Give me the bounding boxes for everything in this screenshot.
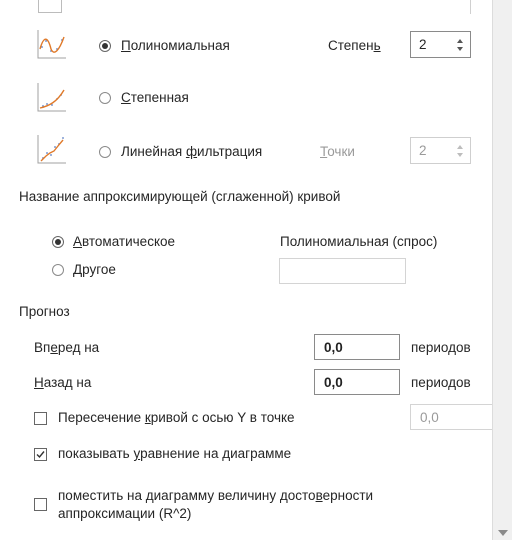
order-spinner[interactable]: 2	[410, 31, 471, 58]
moving-average-radio[interactable]	[99, 146, 111, 158]
period-spinner[interactable]: 2	[410, 137, 471, 164]
name-automatic-label[interactable]: Автоматическое	[73, 234, 175, 250]
trendline-name-heading: Название аппроксимирующей (сглаженной) к…	[19, 189, 341, 204]
spin-down-icon[interactable]	[457, 47, 463, 51]
order-value: 2	[419, 37, 427, 52]
display-r2-label-line2[interactable]: аппроксимации (R^2)	[58, 506, 191, 522]
name-custom-label[interactable]: Другое	[73, 262, 116, 278]
intercept-checkbox[interactable]	[34, 412, 47, 425]
forecast-backward-label: Назад на	[34, 375, 92, 390]
scroll-remnant	[38, 0, 62, 13]
power-label[interactable]: Степенная	[121, 90, 189, 106]
forecast-heading: Прогноз	[19, 304, 70, 319]
spin-up-icon[interactable]	[457, 39, 463, 43]
forecast-backward-unit: периодов	[411, 375, 471, 390]
automatic-name-value: Полиномиальная (спрос)	[280, 234, 438, 249]
power-radio[interactable]	[99, 92, 111, 104]
moving-average-label[interactable]: Линейная фильтрация	[121, 144, 262, 160]
name-automatic-radio[interactable]	[52, 236, 64, 248]
display-r2-checkbox[interactable]	[34, 498, 47, 511]
intercept-input[interactable]: 0,0	[410, 404, 492, 430]
scroll-down-icon[interactable]	[498, 530, 508, 536]
spin-up-icon[interactable]	[457, 145, 463, 149]
period-value: 2	[419, 143, 427, 158]
forecast-backward-input[interactable]: 0,0	[314, 369, 400, 395]
polynomial-label[interactable]: Полиномиальная	[121, 38, 230, 54]
moving-average-trend-icon[interactable]	[37, 134, 67, 164]
display-equation-label[interactable]: показывать уравнение на диаграмме	[58, 446, 291, 462]
intercept-label[interactable]: Пересечение кривой с осью Y в точке	[58, 410, 295, 426]
order-label: Степень	[328, 38, 381, 53]
format-trendline-panel: Полиномиальная Степень 2 Степенная Линей…	[0, 0, 492, 540]
period-label: Точки	[320, 144, 355, 159]
name-custom-radio[interactable]	[52, 264, 64, 276]
display-r2-label-line1[interactable]: поместить на диаграмму величину достовер…	[58, 488, 373, 504]
checkmark-icon	[36, 451, 45, 459]
polynomial-trend-icon[interactable]	[37, 29, 67, 59]
spin-down-icon[interactable]	[457, 153, 463, 157]
custom-name-input[interactable]	[279, 258, 406, 284]
display-equation-checkbox[interactable]	[34, 448, 47, 461]
vertical-scrollbar[interactable]	[492, 0, 512, 540]
forecast-forward-unit: периодов	[411, 340, 471, 355]
forecast-forward-input[interactable]: 0,0	[314, 334, 400, 360]
divider	[470, 0, 471, 14]
power-trend-icon[interactable]	[37, 82, 67, 112]
forecast-forward-label: Вперед на	[34, 340, 100, 355]
polynomial-radio[interactable]	[99, 40, 111, 52]
